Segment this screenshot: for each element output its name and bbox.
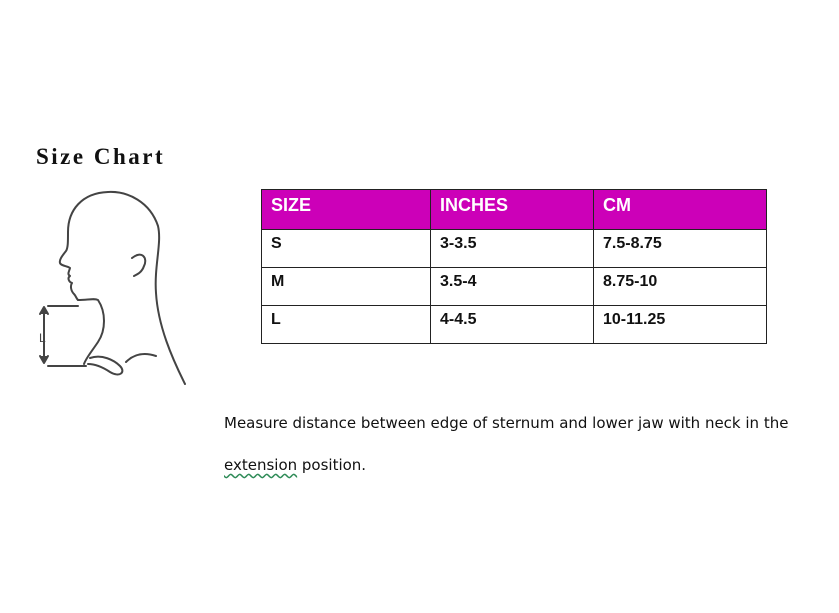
header-inches: INCHES — [430, 189, 594, 230]
size-cell: L — [261, 305, 431, 344]
spellcheck-word: extension — [224, 456, 298, 474]
page-title: Size Chart — [36, 144, 166, 169]
inches-cell: 3-3.5 — [430, 229, 594, 268]
instruction-line-2-rest: position. — [297, 456, 367, 474]
header-cm: CM — [593, 189, 767, 230]
cm-cell: 10-11.25 — [593, 305, 767, 344]
size-cell: M — [261, 267, 431, 306]
measurement-instruction: Measure distance between edge of sternum… — [224, 413, 824, 474]
size-cell: S — [261, 229, 431, 268]
size-table: SIZE INCHES CM S 3-3.5 7.5-8.75 M 3.5-4 … — [261, 189, 767, 344]
table-row: L 4-4.5 10-11.25 — [261, 305, 767, 344]
table-row: S 3-3.5 7.5-8.75 — [261, 229, 767, 268]
measurement-label: L — [39, 331, 46, 345]
header-size: SIZE — [261, 189, 431, 230]
instruction-line-1: Measure distance between edge of sternum… — [224, 414, 789, 432]
instruction-line-2: extension position. — [224, 455, 366, 476]
inches-cell: 4-4.5 — [430, 305, 594, 344]
table-row: M 3.5-4 8.75-10 — [261, 267, 767, 306]
head-profile-measurement-icon: L — [39, 190, 186, 385]
cm-cell: 8.75-10 — [593, 267, 767, 306]
inches-cell: 3.5-4 — [430, 267, 594, 306]
table-header-row: SIZE INCHES CM — [261, 189, 767, 230]
cm-cell: 7.5-8.75 — [593, 229, 767, 268]
